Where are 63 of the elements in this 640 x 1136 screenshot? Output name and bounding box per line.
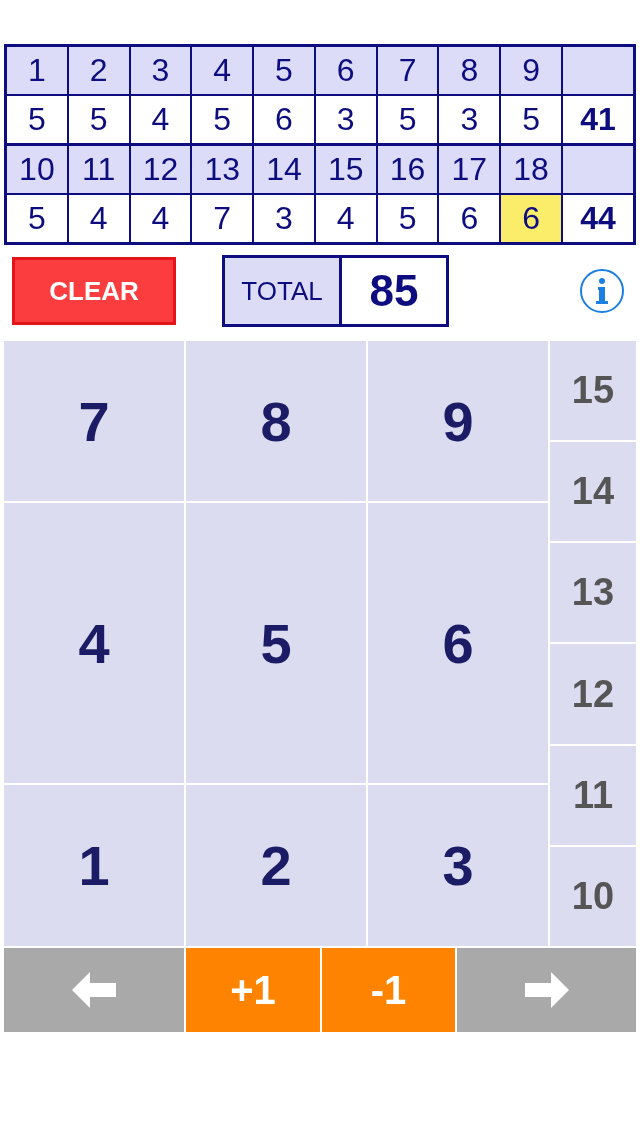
number-key[interactable]: 1 bbox=[4, 785, 184, 946]
hole-number: 12 bbox=[130, 146, 191, 193]
hole-number: 13 bbox=[192, 146, 253, 193]
score-cell[interactable]: 5 bbox=[7, 96, 67, 143]
hole-number: 11 bbox=[68, 146, 129, 193]
hole-number: 16 bbox=[377, 146, 438, 193]
score-cell[interactable]: 4 bbox=[315, 195, 376, 242]
score-cell[interactable]: 4 bbox=[130, 96, 191, 143]
score-cell[interactable]: 4 bbox=[130, 195, 191, 242]
hole-number: 7 bbox=[377, 47, 438, 94]
number-key[interactable]: 5 bbox=[186, 503, 366, 783]
score-cell[interactable]: 5 bbox=[68, 96, 129, 143]
hole-number: 14 bbox=[254, 146, 314, 193]
score-cell[interactable]: 7 bbox=[192, 195, 253, 242]
score-cell[interactable]: 3 bbox=[315, 96, 376, 143]
score-cell[interactable]: 5 bbox=[377, 96, 438, 143]
number-key[interactable]: 9 bbox=[368, 341, 548, 501]
hole-number: 4 bbox=[192, 47, 253, 94]
number-key[interactable]: 3 bbox=[368, 785, 548, 946]
score-cell[interactable]: 5 bbox=[192, 96, 253, 143]
header-cell bbox=[563, 47, 633, 94]
hole-number: 2 bbox=[68, 47, 129, 94]
next-button[interactable] bbox=[457, 948, 636, 1032]
hole-number: 3 bbox=[130, 47, 191, 94]
score-key[interactable]: 14 bbox=[550, 442, 636, 542]
number-key[interactable]: 6 bbox=[368, 503, 548, 783]
total-label: TOTAL bbox=[225, 258, 342, 324]
score-cell[interactable]: 3 bbox=[254, 195, 314, 242]
hole-number: 17 bbox=[439, 146, 500, 193]
info-icon bbox=[595, 277, 609, 305]
hole-number: 9 bbox=[501, 47, 561, 94]
info-button[interactable] bbox=[580, 269, 624, 313]
number-key[interactable]: 8 bbox=[186, 341, 366, 501]
score-cell[interactable]: 6 bbox=[254, 96, 314, 143]
score-cell[interactable]: 5 bbox=[377, 195, 438, 242]
score-key[interactable]: 12 bbox=[550, 644, 636, 744]
score-cell[interactable]: 5 bbox=[7, 195, 67, 242]
hole-number: 15 bbox=[315, 146, 376, 193]
hole-number: 6 bbox=[315, 47, 376, 94]
subtotal-cell: 41 bbox=[563, 96, 633, 143]
hole-number: 10 bbox=[7, 146, 67, 193]
header-cell bbox=[563, 146, 633, 193]
score-key[interactable]: 13 bbox=[550, 543, 636, 643]
left-arrow-icon bbox=[72, 972, 116, 1008]
score-cell[interactable]: 5 bbox=[501, 96, 561, 143]
previous-button[interactable] bbox=[4, 948, 184, 1032]
number-key[interactable]: 2 bbox=[186, 785, 366, 946]
hole-number: 1 bbox=[7, 47, 67, 94]
hole-number: 8 bbox=[439, 47, 500, 94]
clear-button[interactable]: CLEAR bbox=[12, 257, 176, 325]
hole-number: 5 bbox=[254, 47, 314, 94]
subtotal-cell: 44 bbox=[563, 195, 633, 242]
score-key[interactable]: 15 bbox=[550, 341, 636, 441]
score-key[interactable]: 11 bbox=[550, 745, 636, 845]
score-cell[interactable]: 6 bbox=[439, 195, 500, 242]
number-key[interactable]: 4 bbox=[4, 503, 184, 783]
score-key[interactable]: 10 bbox=[550, 846, 636, 946]
score-cell[interactable]: 4 bbox=[68, 195, 129, 242]
right-arrow-icon bbox=[524, 972, 569, 1008]
score-cell[interactable]: 6 bbox=[501, 195, 561, 242]
score-cell[interactable]: 3 bbox=[439, 96, 500, 143]
number-key[interactable]: 7 bbox=[4, 341, 184, 501]
hole-number: 18 bbox=[501, 146, 561, 193]
